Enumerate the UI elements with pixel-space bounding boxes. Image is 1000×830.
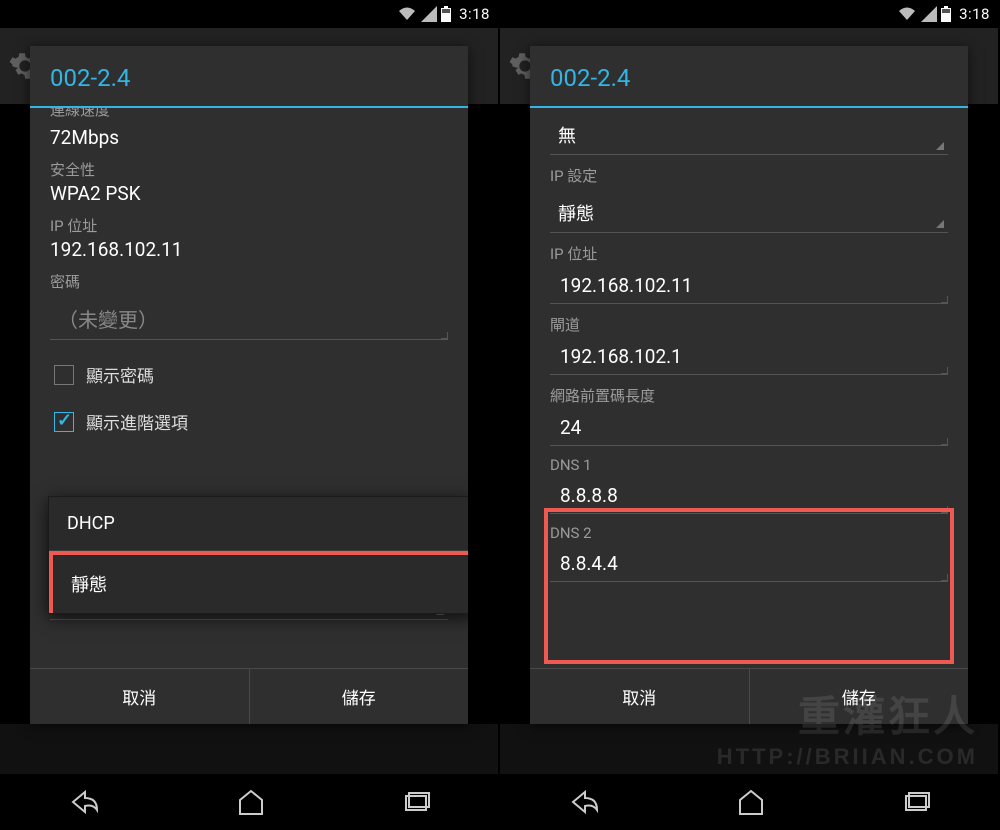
back-icon[interactable] bbox=[567, 788, 601, 816]
gateway-label: 閘道 bbox=[550, 314, 948, 335]
proxy-spinner[interactable]: 無 bbox=[550, 114, 948, 155]
dialog-body: 無 IP 設定 靜態 IP 位址 192.168.102.11 閘道 192.1… bbox=[530, 108, 968, 668]
dialog-footer: 取消 儲存 bbox=[530, 668, 968, 724]
clock: 3:18 bbox=[459, 5, 490, 23]
show-advanced-label: 顯示進階選項 bbox=[86, 409, 188, 434]
show-advanced-row[interactable]: 顯示進階選項 bbox=[54, 409, 448, 434]
statusbar: 3:18 bbox=[0, 0, 498, 28]
save-button[interactable]: 儲存 bbox=[750, 669, 969, 724]
link-speed-label: 連線速度 bbox=[50, 108, 448, 120]
save-button[interactable]: 儲存 bbox=[250, 669, 469, 724]
android-navbar bbox=[500, 774, 998, 830]
password-label: 密碼 bbox=[50, 271, 448, 292]
dns1-input[interactable]: 8.8.8.8 bbox=[550, 478, 948, 514]
cancel-button[interactable]: 取消 bbox=[530, 669, 750, 724]
clock: 3:18 bbox=[959, 5, 990, 23]
link-speed-value: 72Mbps bbox=[50, 126, 448, 149]
dns2-label: DNS 2 bbox=[550, 524, 948, 542]
ip-address-label: IP 位址 bbox=[550, 243, 948, 264]
android-navbar bbox=[0, 774, 498, 830]
battery-icon bbox=[941, 6, 951, 22]
dropdown-option-dhcp[interactable]: DHCP bbox=[49, 497, 468, 551]
phone-right: 3:18 002-2.4 無 IP 設定 靜態 IP 位址 192.168.10… bbox=[500, 0, 1000, 830]
ip-address-value: 192.168.102.11 bbox=[50, 238, 448, 261]
password-input[interactable]: （未變更） bbox=[50, 298, 448, 340]
security-value: WPA2 PSK bbox=[50, 182, 448, 205]
back-icon[interactable] bbox=[67, 788, 101, 816]
background-dim bbox=[0, 724, 498, 774]
dialog-footer: 取消 儲存 bbox=[30, 668, 468, 724]
dialog-body: 連線速度 72Mbps 安全性 WPA2 PSK IP 位址 192.168.1… bbox=[30, 108, 468, 668]
ip-settings-dropdown: DHCP 靜態 bbox=[48, 496, 468, 614]
wifi-dialog: 002-2.4 無 IP 設定 靜態 IP 位址 192.168.102.11 … bbox=[530, 46, 968, 724]
ip-address-label: IP 位址 bbox=[50, 215, 448, 236]
ip-address-input[interactable]: 192.168.102.11 bbox=[550, 268, 948, 304]
signal-icon bbox=[921, 6, 937, 22]
dropdown-option-static[interactable]: 靜態 bbox=[49, 551, 468, 613]
wifi-dialog: 002-2.4 連線速度 72Mbps 安全性 WPA2 PSK IP 位址 1… bbox=[30, 46, 468, 724]
show-password-label: 顯示密碼 bbox=[86, 362, 154, 387]
phone-left: 3:18 002-2.4 連線速度 72Mbps 安全性 WPA2 PSK IP… bbox=[0, 0, 500, 830]
prefix-length-label: 網路前置碼長度 bbox=[550, 385, 948, 406]
home-icon[interactable] bbox=[736, 788, 766, 816]
dns2-input[interactable]: 8.8.4.4 bbox=[550, 546, 948, 582]
gateway-input[interactable]: 192.168.102.1 bbox=[550, 339, 948, 375]
wifi-icon bbox=[397, 6, 417, 22]
signal-icon bbox=[421, 6, 437, 22]
show-password-checkbox[interactable] bbox=[54, 365, 74, 385]
statusbar: 3:18 bbox=[500, 0, 998, 28]
prefix-length-input[interactable]: 24 bbox=[550, 410, 948, 446]
dialog-title: 002-2.4 bbox=[530, 46, 968, 106]
dialog-title: 002-2.4 bbox=[30, 46, 468, 106]
cancel-button[interactable]: 取消 bbox=[30, 669, 250, 724]
home-icon[interactable] bbox=[236, 788, 266, 816]
show-advanced-checkbox[interactable] bbox=[54, 412, 74, 432]
wifi-icon bbox=[897, 6, 917, 22]
ip-settings-label: IP 設定 bbox=[550, 165, 948, 186]
ip-settings-spinner[interactable]: 靜態 bbox=[550, 192, 948, 233]
background-dim bbox=[500, 724, 998, 774]
show-password-row[interactable]: 顯示密碼 bbox=[54, 362, 448, 387]
recent-icon[interactable] bbox=[401, 788, 431, 816]
security-label: 安全性 bbox=[50, 159, 448, 180]
recent-icon[interactable] bbox=[901, 788, 931, 816]
battery-icon bbox=[441, 6, 451, 22]
dns1-label: DNS 1 bbox=[550, 456, 948, 474]
